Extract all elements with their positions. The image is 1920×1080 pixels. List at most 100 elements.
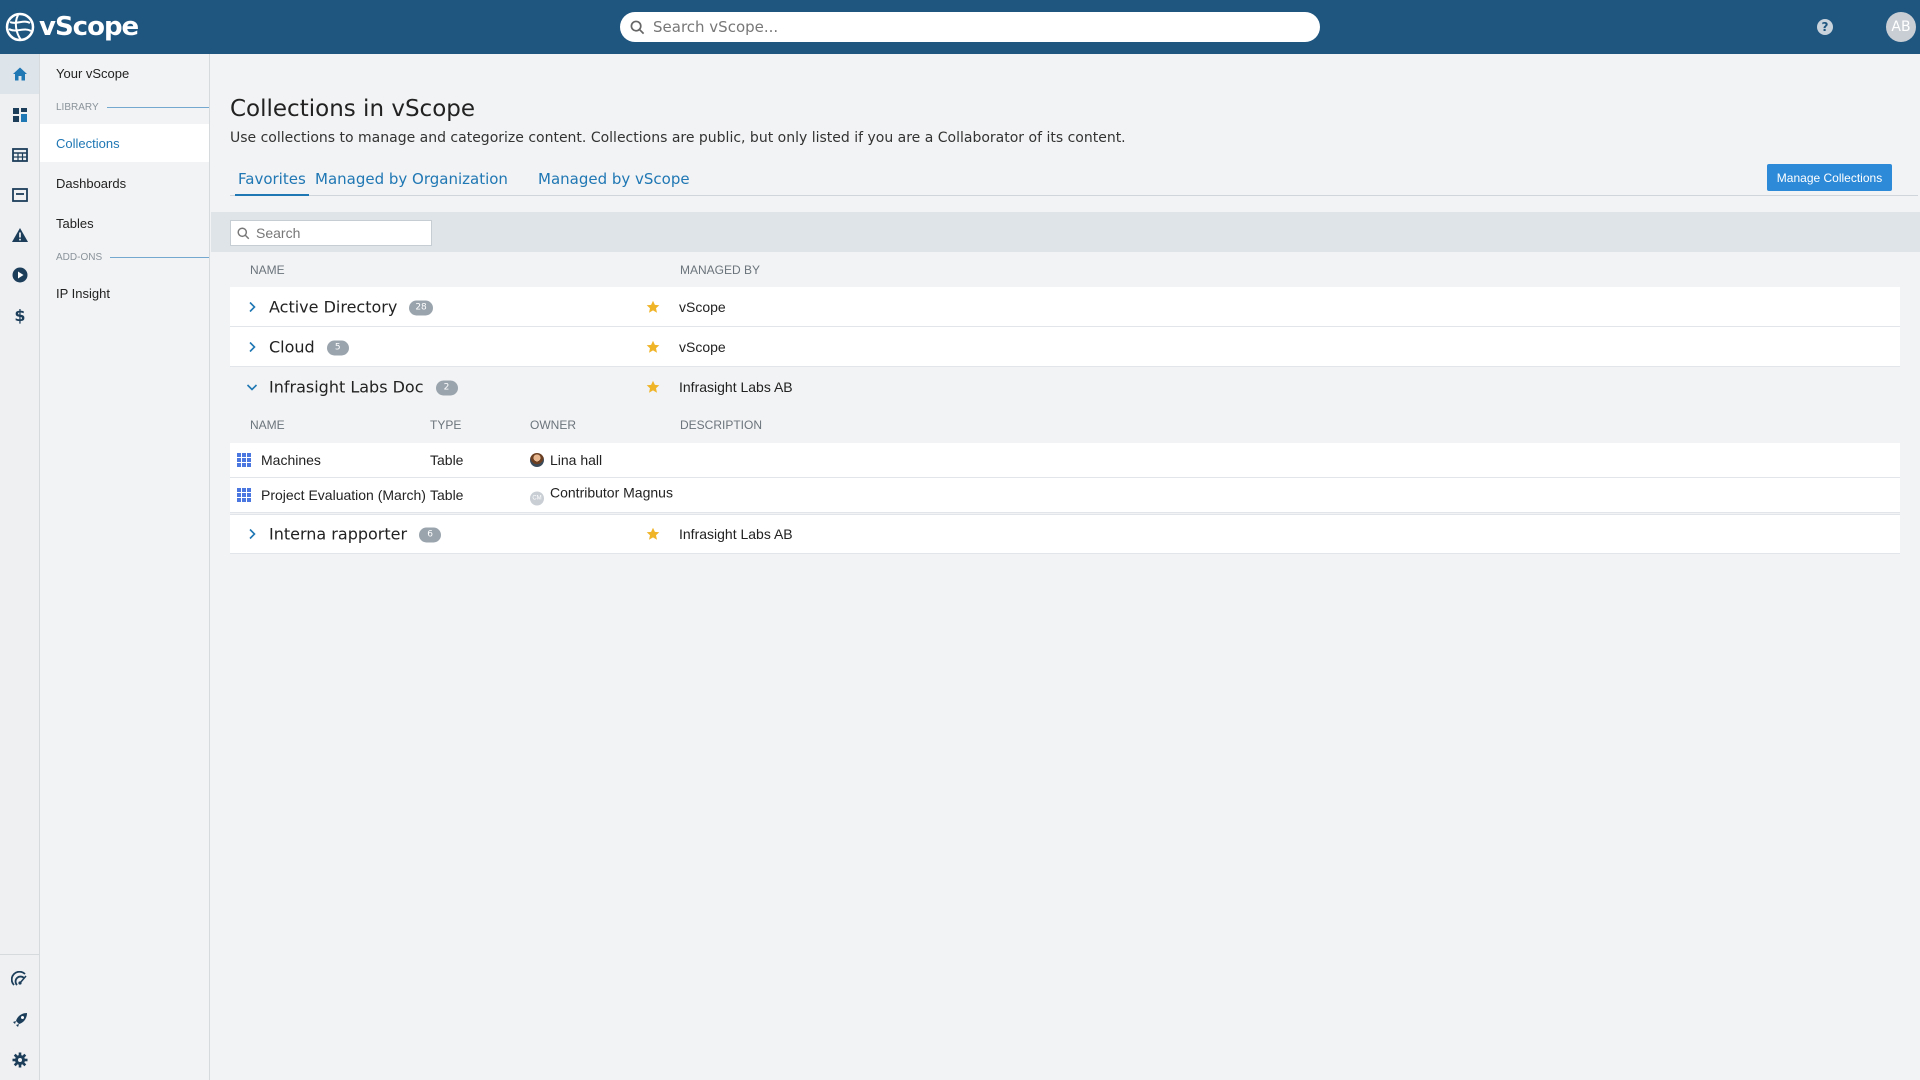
sub-header-name: NAME (250, 418, 285, 432)
sidebar-item-collections[interactable]: Collections (40, 124, 209, 162)
star-icon[interactable] (646, 527, 660, 541)
sidebar: Your vScope LIBRARY Collections Dashboar… (40, 54, 210, 1080)
collection-name: Cloud (269, 337, 315, 356)
collection-row[interactable]: Active Directory 28 vScope (230, 287, 1900, 327)
rail-play[interactable] (0, 255, 39, 295)
content-owner: CM Contributor Magnus (530, 485, 673, 506)
content-row[interactable]: Machines Table Lina hall (230, 443, 1900, 478)
rail-alerts[interactable] (0, 215, 39, 255)
owner-avatar (530, 453, 544, 467)
chevron-right-icon[interactable] (246, 528, 258, 540)
tab-managed-by-vscope[interactable]: Managed by vScope (535, 164, 693, 196)
chevron-right-icon[interactable] (246, 301, 258, 313)
content-name[interactable]: Project Evaluation (March) (261, 487, 426, 503)
chevron-right-icon[interactable] (246, 341, 258, 353)
collection-count-badge: 6 (419, 527, 442, 543)
collection-name: Active Directory (269, 297, 398, 316)
collection-filter-input[interactable] (256, 225, 426, 241)
collection-name-wrap: Infrasight Labs Doc 2 (269, 378, 458, 397)
global-search[interactable] (620, 12, 1320, 42)
chevron-down-icon[interactable] (246, 381, 258, 393)
svg-text:?: ? (1822, 20, 1829, 34)
column-header-managed-by[interactable]: MANAGED BY (680, 263, 760, 277)
tab-managed-by-organization[interactable]: Managed by Organization (312, 164, 511, 196)
globe-icon (5, 12, 35, 42)
rail-discovery[interactable] (0, 960, 39, 1000)
collection-row[interactable]: Cloud 5 vScope (230, 327, 1900, 367)
global-search-input[interactable] (653, 18, 1293, 36)
star-icon[interactable] (646, 380, 660, 394)
collection-count-badge: 2 (435, 380, 458, 396)
collection-managed-by: Infrasight Labs AB (679, 379, 793, 395)
collection-count-badge: 5 (326, 340, 349, 355)
rail-deploy[interactable] (0, 1000, 39, 1040)
tab-favorites[interactable]: Favorites (235, 164, 309, 196)
search-icon (237, 226, 250, 239)
sub-header-type: TYPE (430, 418, 462, 432)
sidebar-section-library: LIBRARY (56, 102, 209, 113)
sidebar-item-your-vscope[interactable]: Your vScope (40, 54, 209, 92)
page-title: Collections in vScope (230, 96, 476, 122)
collection-managed-by: vScope (679, 338, 726, 355)
library-label: LIBRARY (56, 102, 99, 113)
alert-icon (11, 228, 28, 242)
main-content: Collections in vScope Use collections to… (211, 54, 1920, 1080)
user-avatar[interactable]: AB (1886, 12, 1916, 42)
dashboard-icon (12, 108, 27, 122)
collection-row[interactable]: Interna rapporter 6 Infrasight Labs AB (230, 514, 1900, 554)
icon-rail: $ (0, 54, 40, 1080)
rail-tables[interactable] (0, 135, 39, 175)
rail-cost[interactable]: $ (0, 295, 39, 335)
content-type: Table (430, 487, 464, 503)
rail-home[interactable] (0, 54, 39, 94)
radar-icon (10, 971, 27, 986)
sidebar-item-ip-insight[interactable]: IP Insight (40, 274, 209, 312)
owner-name: Lina hall (550, 452, 603, 468)
collection-count-badge: 28 (409, 300, 433, 315)
owner-name: Contributor Magnus (550, 484, 673, 501)
manage-collections-button[interactable]: Manage Collections (1767, 164, 1892, 191)
collection-name: Interna rapporter (269, 524, 408, 544)
rail-divider (0, 954, 40, 955)
rail-panels[interactable] (0, 175, 39, 215)
collection-name-wrap: Cloud 5 (269, 337, 349, 356)
sidebar-section-addons: ADD-ONS (56, 252, 209, 263)
page-description: Use collections to manage and categorize… (230, 130, 1126, 146)
vscope-logo[interactable]: vScope (4, 10, 139, 44)
star-icon[interactable] (646, 340, 660, 354)
star-icon[interactable] (646, 300, 660, 314)
rail-settings[interactable] (0, 1040, 39, 1080)
table-icon (11, 148, 28, 162)
collection-filter[interactable] (230, 220, 432, 246)
panel-icon (11, 188, 28, 202)
addons-label: ADD-ONS (56, 252, 103, 263)
collection-row-expanded[interactable]: Infrasight Labs Doc 2 Infrasight Labs AB (230, 367, 1900, 407)
rail-dashboards[interactable] (0, 95, 39, 135)
rocket-icon (12, 1013, 27, 1027)
dollar-icon: $ (14, 306, 25, 324)
svg-text:$: $ (14, 306, 25, 324)
collection-name-wrap: Interna rapporter 6 (269, 524, 442, 544)
gear-icon (12, 1052, 27, 1068)
brand-name: vScope (39, 12, 139, 42)
content-owner: Lina hall (530, 452, 602, 468)
sidebar-item-tables[interactable]: Tables (40, 204, 209, 242)
home-icon (12, 67, 27, 81)
column-header-name[interactable]: NAME (250, 263, 285, 277)
collection-managed-by: Infrasight Labs AB (679, 526, 793, 542)
collection-name-wrap: Active Directory 28 (269, 297, 433, 316)
content-name[interactable]: Machines (261, 452, 321, 468)
table-grid-icon (237, 453, 251, 467)
sub-header-owner: OWNER (530, 418, 576, 432)
sidebar-item-dashboards[interactable]: Dashboards (40, 164, 209, 202)
table-grid-icon (237, 488, 251, 502)
sub-header-description: DESCRIPTION (680, 418, 763, 432)
content-row[interactable]: Project Evaluation (March) Table CM Contr… (230, 478, 1900, 513)
owner-avatar: CM (530, 491, 544, 506)
help-icon[interactable]: ? (1816, 18, 1834, 36)
collection-tabs: Favorites Managed by Organization Manage… (230, 164, 1918, 196)
top-bar: vScope ? AB (0, 0, 1920, 54)
collection-managed-by: vScope (679, 298, 726, 315)
content-type: Table (430, 452, 464, 468)
collection-name: Infrasight Labs Doc (269, 377, 424, 397)
